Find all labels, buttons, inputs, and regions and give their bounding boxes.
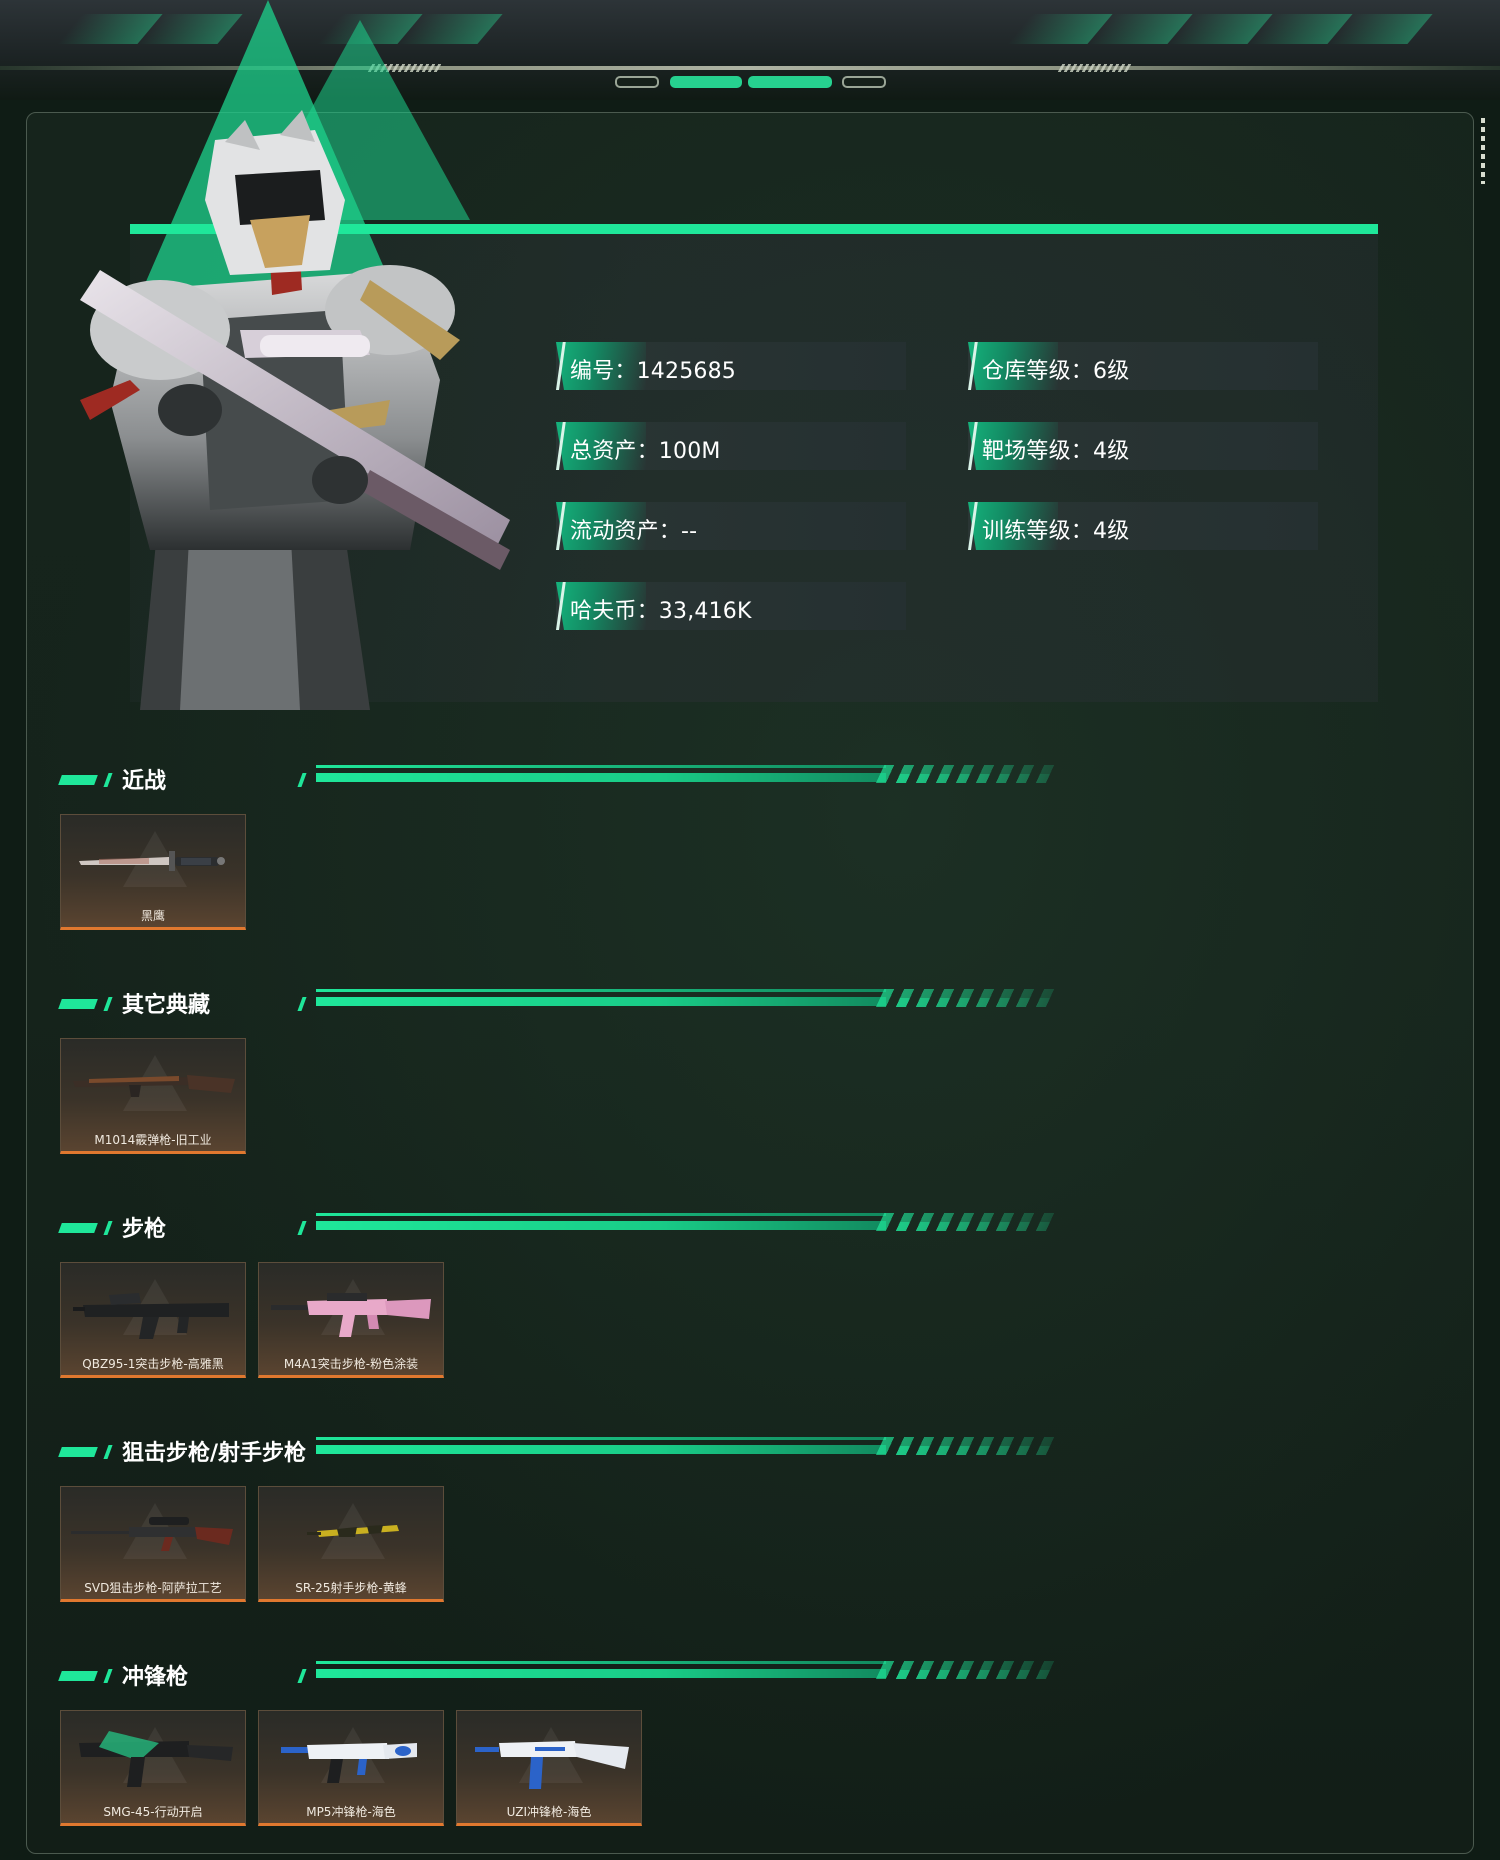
section-mark [58,775,98,785]
page: 编号：1425685 仓库等级：6级 总资产：100M 靶场等级：4级 流动资产… [0,0,1500,1860]
section-title: 其它典藏 [122,993,211,1018]
item-card-rifle-0[interactable]: QBZ95-1突击步枪-高雅黑 [60,1262,246,1378]
section-mark [58,1671,98,1681]
section-line [316,1213,886,1216]
section-line [316,1221,886,1230]
stat-range-level-text: 靶场等级：4级 [982,439,1130,464]
sniper-rifle-icon [71,1517,233,1551]
section-checker [885,774,1061,783]
stat-training-level: 训练等级：4级 [968,502,1318,550]
knife-icon [79,851,225,871]
item-name: SVD狙击步枪-阿萨拉工艺 [84,1581,222,1595]
section-line [316,765,886,768]
section-line [316,1445,886,1454]
section-checker [885,1222,1061,1231]
item-card-melee-0[interactable]: 黑鹰 [60,814,246,930]
section-mark [103,1221,113,1235]
section-mark [297,997,307,1011]
stat-training-level-text: 训练等级：4级 [982,519,1130,544]
bullpup-rifle-icon [73,1293,229,1339]
section-mark [103,1445,113,1459]
stat-warehouse-level-text: 仓库等级：6级 [982,359,1130,384]
section-mark [103,997,113,1011]
item-name: SMG-45-行动开启 [103,1805,203,1819]
operator-avatar [80,110,510,710]
item-card-smg-0[interactable]: SMG-45-行动开启 [60,1710,246,1826]
section-checker [885,1446,1061,1455]
section-checker [885,1670,1061,1679]
shotgun-icon [73,1075,235,1097]
page-indicator [842,76,886,88]
item-name: 黑鹰 [140,909,165,923]
section-line [316,1661,886,1664]
section-title: 狙击步枪/射手步枪 [122,1441,307,1466]
section-line [316,1437,886,1440]
stat-id: 编号：1425685 [556,342,906,390]
section-checker [885,998,1061,1007]
page-indicator-active [748,76,832,88]
stat-warehouse-level: 仓库等级：6级 [968,342,1318,390]
section-line [316,773,886,782]
page-indicator [615,76,659,88]
section-mark [58,1447,98,1457]
item-name: UZI冲锋枪-海色 [506,1805,592,1819]
section-header-rifles: 步枪 [58,1211,1080,1251]
scroll-handle[interactable] [1481,118,1485,184]
top-ticks [1057,64,1133,72]
item-name: M1014霰弹枪-旧工业 [94,1133,212,1147]
stat-total-assets: 总资产：100M [556,422,906,470]
item-name: SR-25射手步枪-黄蜂 [295,1581,407,1595]
stat-hafu-coin: 哈夫币：33,416K [556,582,906,630]
stat-range-level: 靶场等级：4级 [968,422,1318,470]
item-card-smg-1[interactable]: MP5冲锋枪-海色 [258,1710,444,1826]
stat-hafu-coin-text: 哈夫币：33,416K [570,599,752,624]
section-mark [58,999,98,1009]
section-header-melee: 近战 [58,763,1080,803]
item-card-smg-2[interactable]: UZI冲锋枪-海色 [456,1710,642,1826]
section-mark [297,1669,307,1683]
section-mark [103,773,113,787]
item-name: M4A1突击步枪-粉色涂装 [283,1357,419,1371]
white-uzi-icon [475,1741,629,1789]
page-indicator-active [670,76,742,88]
item-card-rifle-1[interactable]: M4A1突击步枪-粉色涂装 [258,1262,444,1378]
section-line [316,1669,886,1678]
yellow-rifle-icon [307,1525,399,1537]
stat-id-text: 编号：1425685 [570,359,736,384]
section-header-sniper: 狙击步枪/射手步枪 [58,1435,1080,1475]
section-line [316,997,886,1006]
green-smg-icon [79,1731,233,1787]
section-mark [297,1221,307,1235]
white-smg-icon [281,1743,417,1783]
stat-liquid-assets-text: 流动资产：-- [570,519,698,544]
stat-liquid-assets: 流动资产：-- [556,502,906,550]
item-card-other-0[interactable]: M1014霰弹枪-旧工业 [60,1038,246,1154]
item-name: MP5冲锋枪-海色 [306,1805,396,1819]
section-title: 冲锋枪 [122,1665,189,1690]
section-title: 步枪 [122,1217,167,1242]
item-name: QBZ95-1突击步枪-高雅黑 [82,1357,224,1371]
section-mark [297,773,307,787]
item-card-sniper-1[interactable]: SR-25射手步枪-黄蜂 [258,1486,444,1602]
section-title: 近战 [122,769,167,794]
section-header-smg: 冲锋枪 [58,1659,1080,1699]
stat-total-assets-text: 总资产：100M [570,439,721,464]
pink-rifle-icon [271,1293,431,1337]
section-line [316,989,886,992]
item-card-sniper-0[interactable]: SVD狙击步枪-阿萨拉工艺 [60,1486,246,1602]
section-mark [58,1223,98,1233]
section-mark [103,1669,113,1683]
section-header-other: 其它典藏 [58,987,1080,1027]
